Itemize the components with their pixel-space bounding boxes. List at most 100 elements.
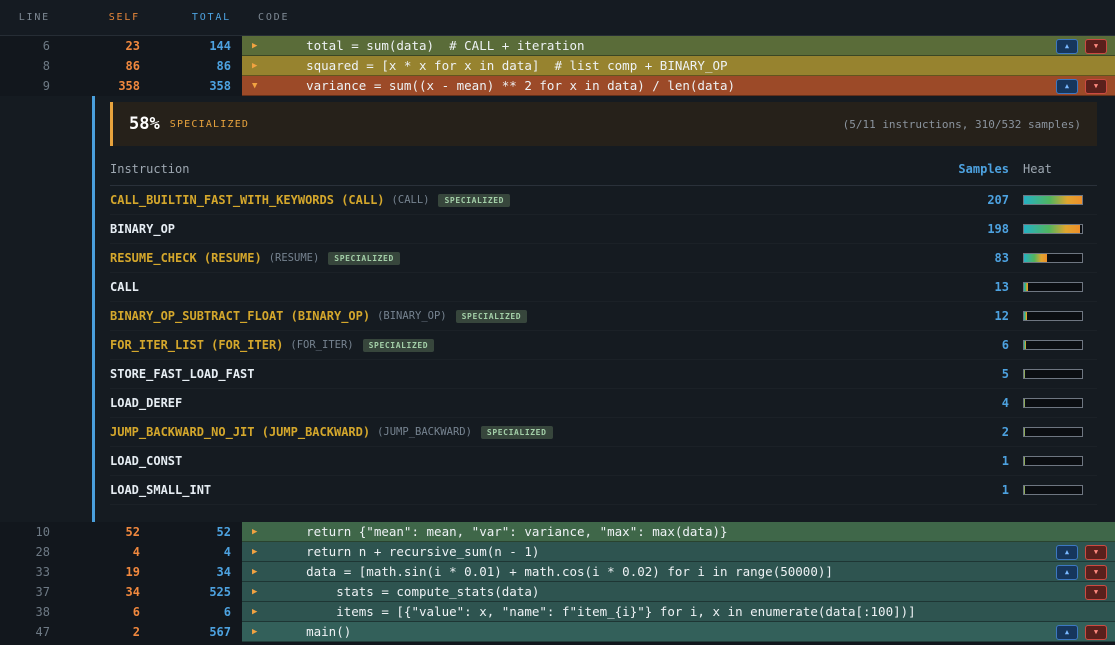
col-header-heat: Heat — [1009, 162, 1097, 176]
instruction-name: LOAD_CONST — [110, 454, 182, 468]
code-row: 9358358▼ variance = sum((x - mean) ** 2 … — [0, 76, 1115, 96]
jump-to-caller-button[interactable]: ▲ — [1056, 79, 1078, 94]
jump-to-callee-button[interactable]: ▼ — [1085, 625, 1107, 640]
code-row: 3734525▶ stats = compute_stats(data)▼ — [0, 582, 1115, 602]
heat-cell — [1009, 195, 1097, 205]
code-line[interactable]: ▶ return {"mean": mean, "var": variance,… — [242, 522, 1115, 542]
code-row: 623144▶ total = sum(data) # CALL + itera… — [0, 36, 1115, 56]
total-samples: 4 — [150, 542, 242, 562]
code-text: variance = sum((x - mean) ** 2 for x in … — [276, 76, 735, 96]
line-number: 33 — [0, 562, 62, 582]
jump-to-caller-button[interactable]: ▲ — [1056, 565, 1078, 580]
instruction-samples: 198 — [949, 222, 1009, 236]
heat-bar-track — [1023, 427, 1083, 437]
specialized-badge: SPECIALIZED — [328, 252, 400, 265]
code-text: squared = [x * x for x in data] # list c… — [276, 56, 728, 76]
code-line[interactable]: ▶ items = [{"value": x, "name": f"item_{… — [242, 602, 1115, 622]
expand-icon[interactable]: ▶ — [252, 562, 268, 582]
heat-bar-fill — [1024, 428, 1025, 436]
heat-cell — [1009, 398, 1097, 408]
instruction-name: CALL_BUILTIN_FAST_WITH_KEYWORDS (CALL) — [110, 193, 385, 207]
code-row: 2844▶ return n + recursive_sum(n - 1)▲▼ — [0, 542, 1115, 562]
heat-cell — [1009, 369, 1097, 379]
code-line[interactable]: ▶ main()▲▼ — [242, 622, 1115, 642]
instruction-row: LOAD_SMALL_INT1 — [110, 476, 1097, 505]
jump-buttons: ▲▼ — [1056, 545, 1115, 560]
self-samples: 4 — [62, 542, 150, 562]
expand-icon[interactable]: ▶ — [252, 622, 268, 642]
specialized-badge: SPECIALIZED — [456, 310, 528, 323]
code-rows-bottom: 105252▶ return {"mean": mean, "var": var… — [0, 522, 1115, 642]
specialized-badge: SPECIALIZED — [438, 194, 510, 207]
jump-to-caller-button[interactable]: ▲ — [1056, 39, 1078, 54]
line-number: 47 — [0, 622, 62, 642]
instruction-row: LOAD_DEREF4 — [110, 389, 1097, 418]
self-samples: 19 — [62, 562, 150, 582]
jump-buttons: ▼ — [1085, 585, 1115, 600]
instruction-samples: 207 — [949, 193, 1009, 207]
instruction-samples: 1 — [949, 483, 1009, 497]
instruction-table: Instruction Samples Heat CALL_BUILTIN_FA… — [110, 152, 1097, 505]
code-line[interactable]: ▶ total = sum(data) # CALL + iteration▲▼ — [242, 36, 1115, 56]
jump-to-callee-button[interactable]: ▼ — [1085, 545, 1107, 560]
code-row: 3866▶ items = [{"value": x, "name": f"it… — [0, 602, 1115, 622]
table-header: LINE SELF TOTAL CODE — [0, 0, 1115, 36]
jump-to-caller-button[interactable]: ▲ — [1056, 545, 1078, 560]
instruction-row: BINARY_OP198 — [110, 215, 1097, 244]
heat-bar-track — [1023, 369, 1083, 379]
instruction-name: CALL — [110, 280, 139, 294]
jump-to-callee-button[interactable]: ▼ — [1085, 79, 1107, 94]
jump-to-callee-button[interactable]: ▼ — [1085, 565, 1107, 580]
instruction-row: STORE_FAST_LOAD_FAST5 — [110, 360, 1097, 389]
instruction-samples: 6 — [949, 338, 1009, 352]
heat-cell — [1009, 340, 1097, 350]
expand-icon[interactable]: ▶ — [252, 602, 268, 622]
line-detail-panel: 58% SPECIALIZED (5/11 instructions, 310/… — [0, 96, 1115, 522]
jump-buttons: ▲▼ — [1056, 39, 1115, 54]
line-number: 6 — [0, 36, 62, 56]
specialization-banner: 58% SPECIALIZED (5/11 instructions, 310/… — [110, 102, 1097, 146]
instruction-base-name: (BINARY_OP) — [377, 310, 447, 322]
instruction-samples: 12 — [949, 309, 1009, 323]
collapse-icon[interactable]: ▼ — [252, 76, 268, 96]
jump-to-callee-button[interactable]: ▼ — [1085, 39, 1107, 54]
heat-cell — [1009, 427, 1097, 437]
instruction-base-name: (CALL) — [392, 194, 430, 206]
heat-bar-track — [1023, 340, 1083, 350]
code-line[interactable]: ▶ squared = [x * x for x in data] # list… — [242, 56, 1115, 76]
jump-to-caller-button[interactable]: ▲ — [1056, 625, 1078, 640]
instruction-table-header: Instruction Samples Heat — [110, 152, 1097, 186]
code-line[interactable]: ▶ stats = compute_stats(data)▼ — [242, 582, 1115, 602]
heat-cell — [1009, 253, 1097, 263]
heat-bar-track — [1023, 282, 1083, 292]
heat-bar-track — [1023, 311, 1083, 321]
code-text: data = [math.sin(i * 0.01) + math.cos(i … — [276, 562, 833, 582]
heat-bar-fill — [1024, 225, 1080, 233]
col-header-total: TOTAL — [150, 12, 242, 23]
jump-to-callee-button[interactable]: ▼ — [1085, 585, 1107, 600]
col-header-self: SELF — [62, 12, 150, 23]
heat-bar-fill — [1024, 399, 1025, 407]
expand-icon[interactable]: ▶ — [252, 36, 268, 56]
expand-icon[interactable]: ▶ — [252, 582, 268, 602]
total-samples: 567 — [150, 622, 242, 642]
col-header-samples: Samples — [949, 162, 1009, 176]
expand-icon[interactable]: ▶ — [252, 56, 268, 76]
heat-bar-track — [1023, 253, 1083, 263]
heat-bar-fill — [1024, 283, 1028, 291]
jump-buttons: ▲▼ — [1056, 625, 1115, 640]
code-line[interactable]: ▼ variance = sum((x - mean) ** 2 for x i… — [242, 76, 1115, 96]
expand-icon[interactable]: ▶ — [252, 522, 268, 542]
instruction-base-name: (RESUME) — [269, 252, 320, 264]
code-line[interactable]: ▶ data = [math.sin(i * 0.01) + math.cos(… — [242, 562, 1115, 582]
code-line[interactable]: ▶ return n + recursive_sum(n - 1)▲▼ — [242, 542, 1115, 562]
line-number: 8 — [0, 56, 62, 76]
code-text: main() — [276, 622, 351, 642]
col-header-code: CODE — [242, 12, 1115, 23]
expand-icon[interactable]: ▶ — [252, 542, 268, 562]
instruction-base-name: (JUMP_BACKWARD) — [377, 426, 472, 438]
heat-bar-fill — [1024, 370, 1025, 378]
total-samples: 144 — [150, 36, 242, 56]
instruction-samples: 13 — [949, 280, 1009, 294]
self-samples: 2 — [62, 622, 150, 642]
